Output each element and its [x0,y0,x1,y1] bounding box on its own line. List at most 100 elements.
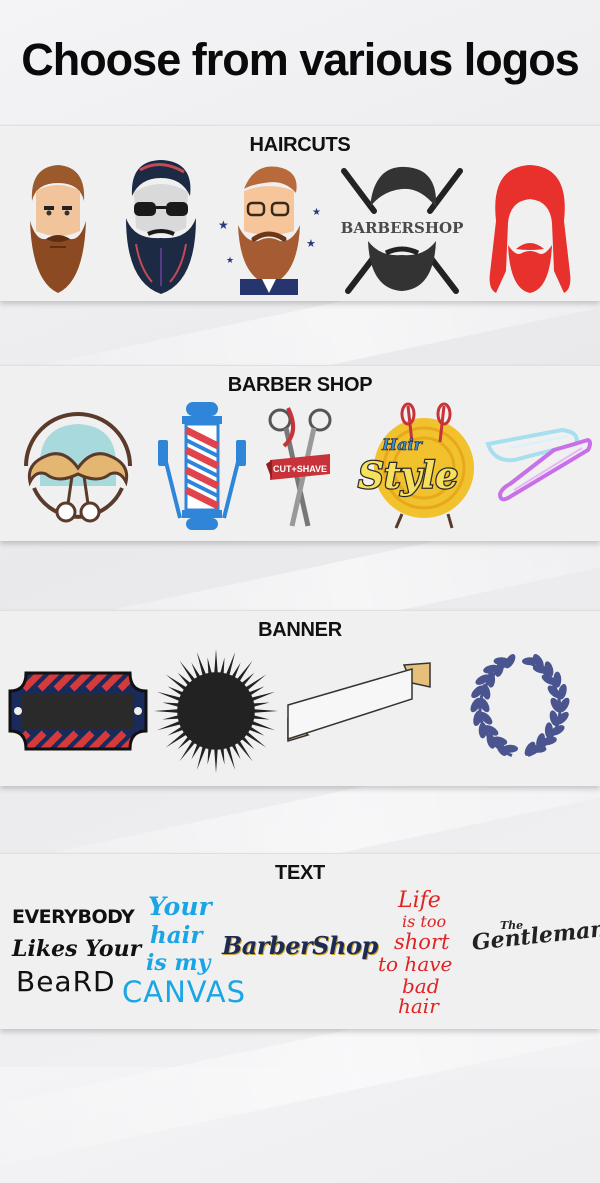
starburst-ray [156,720,182,731]
starburst-ray [244,731,267,748]
starburst-icon [153,648,279,774]
text-line-bad: bad [402,974,440,998]
banner-laurel[interactable] [452,649,588,767]
logo-bearded-skull[interactable] [120,158,202,296]
section-barber-shop: BARBER SHOP CUT+SHAVE Hair Style [0,365,600,541]
hair-style-badge-icon: Hair Style [357,402,474,529]
starburst-ray [250,720,276,731]
starburst-ray [167,726,184,736]
starburst-ray [207,657,213,675]
neon-straight-razor-icon [485,427,592,502]
logo-neon-razor[interactable] [484,426,594,506]
red-hair-beard-silhouette-icon [489,165,571,293]
hair-label: Hair [381,435,424,454]
text-line-short: short [394,930,450,954]
text-barbershop-script: BarberShop [222,931,378,960]
starburst-ray [225,745,236,771]
scissors-ribbon-icon: CUT+SHAVE [266,407,332,527]
text-logo-barbershop[interactable]: BarberShop [222,932,378,972]
starburst-ray [236,660,253,683]
svg-text:★: ★ [312,207,321,218]
starburst-ray [252,709,279,713]
logo-scissors-ribbon[interactable]: CUT+SHAVE [264,402,336,532]
starburst-ray [179,660,196,683]
svg-text:★: ★ [306,238,316,250]
starburst-ray [153,709,180,713]
logo-barber-pole[interactable] [156,400,248,532]
starburst-ray [236,739,253,762]
starburst-ray [225,651,236,677]
starburst-ray [214,747,218,774]
svg-text:★: ★ [218,218,229,232]
starburst-ray [179,739,196,762]
laurel-leaf [478,722,487,739]
text-line-hair: hair [150,922,203,949]
text-line-life: Life [398,888,441,913]
starburst-ray [219,657,225,675]
starburst-ray [191,743,201,760]
banner-ribbon[interactable] [284,659,434,745]
barber-pole-icon [158,402,246,530]
text-gentleman: Gentleman [470,915,600,956]
logo-hipster-beard[interactable]: ★ ★ ★ ★ [214,161,324,296]
text-line-to-have: to have [378,952,453,976]
banner-starburst[interactable] [152,645,280,777]
text-line-beard: BeaRD [16,965,116,998]
starburst-ray [162,714,180,720]
starburst-ray [196,745,207,771]
text-line-hair-2: hair [398,994,439,1018]
starburst-ray [196,651,207,677]
section-title-haircuts: HAIRCUTS [249,134,351,156]
text-logo-life-short[interactable]: Life is too short to have bad hair [374,890,466,1018]
starburst-ray [248,686,265,696]
hipster-beard-glasses-icon: ★ ★ ★ ★ [218,166,321,295]
striped-banner-plate-icon [8,671,148,751]
logo-mustache-scissors[interactable] [12,404,144,529]
starburst-ray [167,686,184,696]
starburst-ray [252,714,270,720]
starburst-ray [244,674,267,691]
starburst-ray [231,743,241,760]
section-title-barber-shop: BARBER SHOP [227,374,373,396]
logo-barbershop-beard[interactable]: BARBERSHOP [334,161,470,296]
text-line-everybody: EVERYBODY [12,906,135,928]
starburst-ray [165,731,188,748]
text-logo-your-hair[interactable]: Your hair is my CANVAS [122,892,245,1014]
starburst-ray [252,702,270,708]
bearded-skull-glasses-icon [126,160,196,294]
banner-striped-plate[interactable] [8,669,148,753]
starburst-ray [248,726,265,736]
starburst-ray [165,674,188,691]
text-logo-everybody[interactable]: EVERYBODY Likes Your BeaRD [10,904,141,1004]
style-label: Style [358,455,458,497]
section-title-text: TEXT [275,862,325,884]
barbershop-beard-razors-icon: BARBERSHOP [341,166,464,294]
barbershop-label: BARBERSHOP [341,219,464,237]
mustache-scissors-emblem-icon [24,412,132,523]
laurel-left-branch [470,654,518,757]
cut-shave-label: CUT+SHAVE [273,464,327,474]
section-text: TEXT EVERYBODY Likes Your BeaRD Your hai… [0,853,600,1029]
text-line-is-my: is my [146,950,211,976]
starburst-ray [162,702,180,708]
starburst-ray [231,662,241,679]
starburst-ray [191,662,201,679]
laurel-right-branch [522,654,570,757]
starburst-ray [207,747,213,765]
logo-hair-style[interactable]: Hair Style [352,402,484,532]
section-banner: BANNER [0,610,600,786]
text-line-is-too: is too [402,912,447,931]
starburst-ray [250,691,276,702]
logo-bearded-man[interactable] [22,161,94,296]
logo-red-beard[interactable] [480,161,580,296]
starburst-ray [214,648,218,675]
svg-text:★: ★ [226,255,234,265]
starburst-ray [219,747,225,765]
text-line-your: Your [148,892,212,921]
text-line-canvas: CANVAS [122,975,247,1009]
bearded-man-face-icon [30,165,86,293]
ribbon-banner-icon [287,662,431,743]
section-haircuts: HAIRCUTS ★ ★ ★ ★ BARBERSHOP [0,125,600,301]
laurel-wreath-icon [470,654,570,757]
text-logo-gentleman[interactable]: The Gentleman [470,916,600,978]
